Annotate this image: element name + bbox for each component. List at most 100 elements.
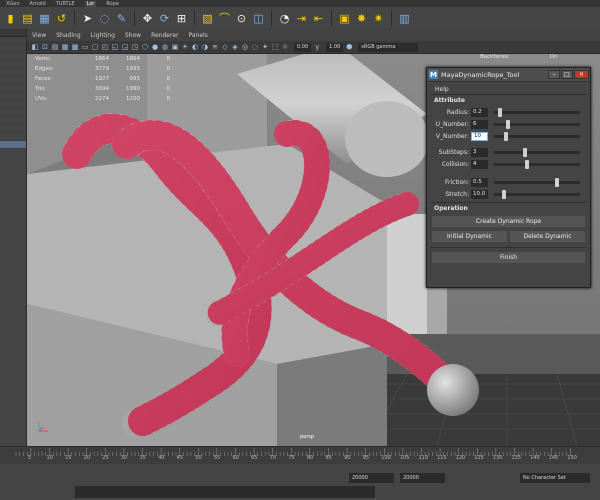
outliner-row[interactable]	[0, 101, 26, 109]
exposure-icon[interactable]: ☼	[281, 43, 289, 51]
wireframe-icon[interactable]: ⬡	[141, 43, 149, 51]
backface-icon[interactable]: ⬚	[271, 43, 279, 51]
tool-window-titlebar[interactable]: M MayaDynamicRope_Tool – □ ✕	[427, 68, 590, 82]
field-chart-icon[interactable]: ◱	[111, 43, 119, 51]
safe-action-icon[interactable]: ◲	[121, 43, 129, 51]
finish-button[interactable]: Finish	[432, 252, 585, 263]
v-number-slider[interactable]	[494, 131, 580, 141]
textured-icon[interactable]: ▣	[171, 43, 179, 51]
outliner-row[interactable]	[0, 61, 26, 69]
camera-select-icon[interactable]: ◧	[31, 43, 39, 51]
menu-lighting[interactable]: Lighting	[91, 32, 115, 39]
outliner-row[interactable]	[0, 37, 26, 45]
history-icon[interactable]: ◔	[277, 11, 292, 26]
outliner-row[interactable]	[0, 93, 26, 101]
outliner-row[interactable]	[0, 77, 26, 85]
snap-surface-icon[interactable]: ◫	[251, 11, 266, 26]
snap-curve-icon[interactable]: ⌒	[217, 11, 232, 26]
v-number-slider-thumb[interactable]	[503, 131, 508, 141]
menu-shading[interactable]: Shading	[56, 32, 80, 39]
range-end-field[interactable]: 20000	[400, 473, 445, 483]
menu-renderer[interactable]: Renderer	[151, 32, 178, 39]
stretch-field[interactable]: 10.0	[471, 189, 488, 199]
v-number-field[interactable]: 10	[471, 131, 488, 141]
lasso-tool-icon[interactable]: ◌	[97, 11, 112, 26]
smooth-shade-icon[interactable]: ●	[151, 43, 159, 51]
input-ops-icon[interactable]: ⇥	[294, 11, 309, 26]
safe-title-icon[interactable]: ◳	[131, 43, 139, 51]
substeps-slider-thumb[interactable]	[522, 147, 527, 157]
outliner-row[interactable]	[0, 85, 26, 93]
u-number-slider-thumb[interactable]	[506, 119, 511, 129]
outliner-row[interactable]	[0, 117, 26, 125]
friction-field[interactable]: 0.5	[471, 177, 488, 187]
isolate-select-icon[interactable]: ◎	[241, 43, 249, 51]
gamma-field[interactable]: 1.00	[326, 42, 344, 52]
outliner-row[interactable]	[0, 69, 26, 77]
tool-menu-help[interactable]: Help	[427, 84, 590, 94]
outliner-row[interactable]	[0, 125, 26, 133]
delete-dynamic-button[interactable]: Delete Dynamic	[510, 231, 585, 242]
menu-panels[interactable]: Panels	[188, 32, 207, 39]
stretch-slider-thumb[interactable]	[502, 189, 507, 199]
collision-slider-thumb[interactable]	[525, 159, 530, 169]
bookmark-icon[interactable]: ▤	[51, 43, 59, 51]
gamma-icon[interactable]: γ	[313, 43, 321, 51]
wireframe-on-shaded-icon[interactable]: ◍	[161, 43, 169, 51]
open-scene-icon[interactable]: ▤	[20, 11, 35, 26]
anti-alias-icon[interactable]: ◇	[221, 43, 229, 51]
depth-of-field-icon[interactable]: ◈	[231, 43, 239, 51]
outliner-row[interactable]	[0, 53, 26, 61]
friction-slider-thumb[interactable]	[554, 177, 559, 187]
xray-joints-icon[interactable]: ✦	[261, 43, 269, 51]
substeps-field[interactable]: 3	[471, 147, 488, 157]
image-plane-icon[interactable]: ▦	[61, 43, 69, 51]
save-scene-icon[interactable]: ▦	[37, 11, 52, 26]
output-ops-icon[interactable]: ⇤	[311, 11, 326, 26]
shadows-icon[interactable]: ◐	[191, 43, 199, 51]
motion-blur-icon[interactable]: ≋	[211, 43, 219, 51]
close-button[interactable]: ✕	[574, 70, 589, 79]
move-tool-icon[interactable]: ✥	[140, 11, 155, 26]
film-gate-icon[interactable]: ▭	[81, 43, 89, 51]
shelf-tab-turtle[interactable]: TURTLE	[56, 1, 75, 7]
minimize-button[interactable]: –	[548, 70, 560, 79]
radius-slider-thumb[interactable]	[498, 107, 503, 117]
snap-grid-icon[interactable]: ▧	[200, 11, 215, 26]
shelf-tab-arnold[interactable]: Arnold	[30, 1, 46, 7]
outliner-row-selected[interactable]	[0, 141, 26, 149]
camera-lock-icon[interactable]: ⊡	[41, 43, 49, 51]
stretch-slider[interactable]	[494, 189, 580, 199]
resolution-gate-icon[interactable]: ▢	[91, 43, 99, 51]
u-number-slider[interactable]	[494, 119, 580, 129]
character-set-dropdown[interactable]: No Character Set	[520, 473, 590, 483]
shelf-tab-lxr[interactable]: Lxr	[84, 0, 97, 7]
create-dynamic-rope-button[interactable]: Create Dynamic Rope	[432, 216, 585, 227]
snap-point-icon[interactable]: ⊙	[234, 11, 249, 26]
range-slider[interactable]	[75, 486, 375, 498]
gate-mask-icon[interactable]: ◰	[101, 43, 109, 51]
select-tool-icon[interactable]: ➤	[80, 11, 95, 26]
friction-slider[interactable]	[494, 177, 580, 187]
substeps-slider[interactable]	[494, 147, 580, 157]
rotate-tool-icon[interactable]: ⟳	[157, 11, 172, 26]
color-management-icon[interactable]: ⬢	[345, 43, 353, 51]
u-number-field[interactable]: 6	[471, 119, 488, 129]
menu-show[interactable]: Show	[125, 32, 141, 39]
view-transform-dropdown[interactable]: sRGB gamma	[358, 42, 419, 52]
shelf-tab-rope[interactable]: Rope	[106, 1, 119, 7]
ambient-occlusion-icon[interactable]: ◑	[201, 43, 209, 51]
radius-slider[interactable]	[494, 107, 580, 117]
undo-icon[interactable]: ↺	[54, 11, 69, 26]
collision-field[interactable]: 4	[471, 159, 488, 169]
xray-icon[interactable]: ◌	[251, 43, 259, 51]
paint-select-icon[interactable]: ✎	[114, 11, 129, 26]
new-scene-icon[interactable]: ▮	[3, 11, 18, 26]
radius-field[interactable]: 0.2	[471, 107, 488, 117]
menu-view[interactable]: View	[32, 32, 46, 39]
collision-slider[interactable]	[494, 159, 580, 169]
initial-dynamic-button[interactable]: Initial Dynamic	[432, 231, 507, 242]
maximize-button[interactable]: □	[561, 70, 573, 79]
range-start-field[interactable]: 20000	[349, 473, 394, 483]
shelf-tab-xgen[interactable]: XGen	[6, 1, 20, 7]
